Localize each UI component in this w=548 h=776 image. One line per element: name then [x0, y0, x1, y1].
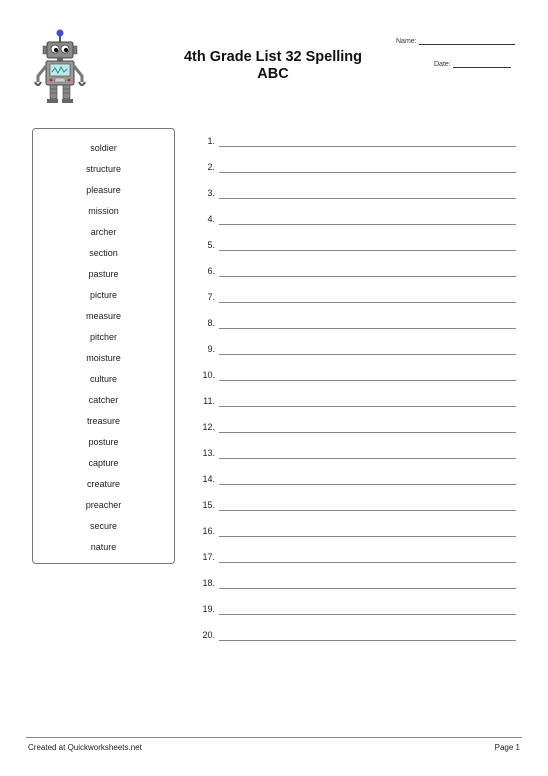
answer-line[interactable]	[219, 640, 516, 641]
answer-number: 6.	[207, 266, 215, 276]
answer-row[interactable]: 4.	[196, 214, 516, 226]
answer-row[interactable]: 8.	[196, 318, 516, 330]
answer-row[interactable]: 3.	[196, 188, 516, 200]
answer-number: 8.	[207, 318, 215, 328]
answer-row[interactable]: 13.	[196, 448, 516, 460]
answer-line[interactable]	[219, 354, 516, 355]
answer-number: 11.	[203, 396, 215, 406]
name-label: Name:	[396, 38, 417, 45]
answer-number: 13.	[202, 448, 215, 458]
answer-row[interactable]: 20.	[196, 630, 516, 642]
word-bank-item: posture	[88, 437, 119, 447]
answer-row[interactable]: 7.	[196, 292, 516, 304]
answer-line[interactable]	[219, 328, 516, 329]
answer-row[interactable]: 6.	[196, 266, 516, 278]
answer-line[interactable]	[219, 588, 516, 589]
answer-number: 16.	[202, 526, 215, 536]
footer-divider	[26, 737, 522, 738]
answer-row[interactable]: 14.	[196, 474, 516, 486]
answer-row[interactable]: 10.	[196, 370, 516, 382]
title-line-2: ABC	[257, 66, 289, 82]
answer-row[interactable]: 19.	[196, 604, 516, 616]
answer-number: 14.	[202, 474, 215, 484]
answer-row[interactable]: 17.	[196, 552, 516, 564]
answer-row[interactable]: 11.	[196, 396, 516, 408]
answer-row[interactable]: 9.	[196, 344, 516, 356]
word-bank-item: pasture	[88, 269, 119, 279]
answer-line[interactable]	[219, 224, 516, 225]
word-bank-item: moisture	[86, 353, 121, 363]
answer-line[interactable]	[219, 432, 516, 433]
word-bank-item: treasure	[86, 416, 121, 426]
page-number: Page 1	[494, 743, 520, 752]
word-bank-item: nature	[90, 542, 117, 552]
name-input-line[interactable]	[418, 37, 515, 45]
word-bank-item: pleasure	[86, 185, 121, 195]
answer-number: 5.	[207, 240, 215, 250]
word-bank-item: mission	[88, 206, 119, 216]
answer-line[interactable]	[219, 276, 516, 277]
answer-number: 10.	[202, 370, 215, 380]
word-bank-item: pitcher	[89, 332, 117, 342]
answer-line[interactable]	[219, 458, 516, 459]
footer-credit: Created at Quickworksheets.net	[28, 743, 142, 752]
date-field[interactable]: Date:	[434, 60, 511, 68]
answer-line[interactable]	[219, 536, 516, 537]
word-bank-item: secure	[89, 521, 117, 531]
answer-line[interactable]	[219, 562, 516, 563]
word-bank-item: structure	[85, 164, 121, 174]
answer-row[interactable]: 16.	[196, 526, 516, 538]
answer-row[interactable]: 1.	[196, 136, 516, 148]
word-bank-item: creature	[86, 479, 121, 489]
word-bank-item: archer	[90, 227, 117, 237]
word-bank-item: capture	[88, 458, 119, 468]
answer-number: 12.	[202, 422, 215, 432]
answer-number: 3.	[207, 188, 215, 198]
date-label: Date:	[434, 61, 451, 68]
answer-number: 9.	[207, 344, 215, 354]
answer-line[interactable]	[219, 484, 516, 485]
answer-number: 2.	[207, 162, 215, 172]
answer-number: 20.	[202, 630, 215, 640]
word-bank-item: preacher	[85, 500, 122, 510]
date-input-line[interactable]	[452, 60, 511, 68]
answer-row[interactable]: 15.	[196, 500, 516, 512]
answer-line[interactable]	[219, 172, 516, 173]
word-bank-item: measure	[85, 311, 121, 321]
answer-row[interactable]: 5.	[196, 240, 516, 252]
answer-number: 7.	[207, 292, 215, 302]
answer-line[interactable]	[219, 198, 516, 199]
word-bank-item: section	[89, 248, 118, 258]
robot-icon	[34, 29, 86, 103]
answer-number: 19.	[202, 604, 215, 614]
title-line-1: 4th Grade List 32 Spelling	[183, 49, 363, 65]
word-bank-item: picture	[89, 290, 117, 300]
answer-line[interactable]	[219, 380, 516, 381]
answer-number: 15.	[202, 500, 215, 510]
answer-number: 4.	[207, 214, 215, 224]
answer-line[interactable]	[219, 302, 516, 303]
answer-line[interactable]	[219, 614, 516, 615]
answer-row[interactable]: 2.	[196, 162, 516, 174]
word-bank-item: culture	[89, 374, 117, 384]
answer-number: 17.	[202, 552, 215, 562]
worksheet-title: 4th Grade List 32 Spelling ABC	[160, 49, 386, 83]
answer-row[interactable]: 18.	[196, 578, 516, 590]
word-bank: soldier structure pleasure mission archer sec…	[32, 128, 175, 564]
answer-line[interactable]	[219, 406, 516, 407]
answer-row[interactable]: 12.	[196, 422, 516, 434]
answer-number: 1.	[207, 136, 215, 146]
answer-line[interactable]	[219, 250, 516, 251]
answer-number: 18.	[202, 578, 215, 588]
word-bank-item: soldier	[90, 143, 117, 153]
name-field[interactable]: Name:	[396, 37, 515, 45]
answer-line[interactable]	[219, 510, 516, 511]
answer-line[interactable]	[219, 146, 516, 147]
word-bank-item: catcher	[88, 395, 119, 405]
